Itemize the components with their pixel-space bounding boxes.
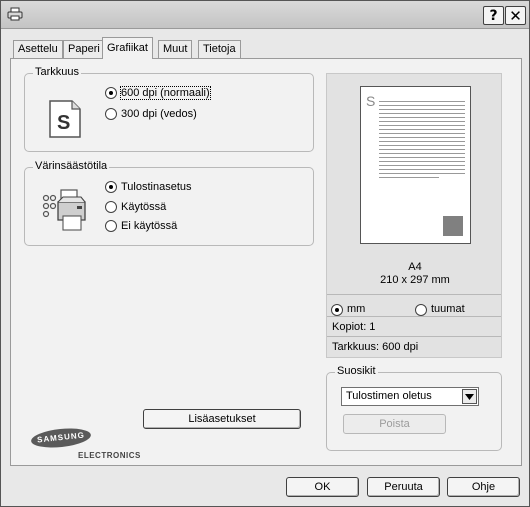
toner-off-radio[interactable]: Ei käytössä xyxy=(105,220,177,232)
preview-panel: S A4 210 x 297 mm mm tuumat Kopiot: 1 Ta xyxy=(326,73,502,358)
tab-grafiikat[interactable]: Grafiikat xyxy=(102,37,153,59)
radio-indicator xyxy=(105,87,117,99)
printer-icon xyxy=(7,7,23,21)
toner-off-label: Ei käytössä xyxy=(121,220,178,232)
tab-muut[interactable]: Muut xyxy=(158,40,193,58)
resolution-group: Tarkkuus S 600 dpi (normaali) 300 dpi (v… xyxy=(24,66,314,152)
radio-indicator xyxy=(105,220,117,232)
printer-toner-icon xyxy=(42,189,86,231)
advanced-settings-button[interactable]: Lisäasetukset xyxy=(143,409,301,429)
chevron-down-icon[interactable] xyxy=(462,389,477,404)
favorites-group: Suosikit xyxy=(326,365,502,451)
print-preferences-window: ? ✕ Asettelu Paperi Grafiikat Muut Tieto… xyxy=(0,0,530,507)
paper-preview-glyph: S xyxy=(366,93,376,109)
toner-save-group-title: Värinsäästötila xyxy=(33,160,110,172)
samsung-s-document-icon: S xyxy=(49,100,81,138)
tab-paperi[interactable]: Paperi xyxy=(63,40,105,58)
toner-printer-setting-radio[interactable]: Tulostinasetus xyxy=(105,181,192,193)
paper-image-block xyxy=(443,216,463,236)
tab-tietoja[interactable]: Tietoja xyxy=(198,40,241,58)
radio-indicator xyxy=(105,181,117,193)
resolution-600-radio[interactable]: 600 dpi (normaali) xyxy=(105,86,211,100)
resolution-300-radio[interactable]: 300 dpi (vedos) xyxy=(105,108,197,120)
close-button[interactable]: ✕ xyxy=(505,6,526,25)
paper-dimensions-label: 210 x 297 mm xyxy=(380,274,450,286)
samsung-logo: SAMSUNG ELECTRONICS xyxy=(30,425,140,460)
resolution-group-title: Tarkkuus xyxy=(33,66,82,78)
toner-on-radio[interactable]: Käytössä xyxy=(105,201,166,213)
radio-indicator xyxy=(331,303,343,316)
cancel-button[interactable]: Peruuta xyxy=(367,477,440,497)
paper-size-label: A4 xyxy=(408,261,422,273)
toner-printer-setting-label: Tulostinasetus xyxy=(121,181,192,193)
resolution-info: Tarkkuus: 600 dpi xyxy=(327,336,501,358)
samsung-logo-mark: SAMSUNG xyxy=(30,425,92,451)
ok-button[interactable]: OK xyxy=(286,477,359,497)
favorites-selected-value: Tulostimen oletus xyxy=(346,390,432,402)
svg-text:S: S xyxy=(57,112,70,134)
toner-save-group: Värinsäästötila Tulostinasetus Käytössä … xyxy=(24,160,314,246)
favorites-select[interactable]: Tulostimen oletus xyxy=(341,387,479,406)
paper-preview: S xyxy=(360,86,471,244)
help-title-button[interactable]: ? xyxy=(483,6,504,25)
paper-text-lines xyxy=(379,98,465,178)
units-row: mm tuumat xyxy=(327,294,501,316)
resolution-300-label: 300 dpi (vedos) xyxy=(121,108,197,120)
radio-indicator xyxy=(415,303,427,316)
radio-indicator xyxy=(105,201,117,213)
toner-on-label: Käytössä xyxy=(121,201,167,213)
copies-info: Kopiot: 1 xyxy=(327,316,501,338)
resolution-600-label: 600 dpi (normaali) xyxy=(120,86,211,100)
samsung-logo-sub: ELECTRONICS xyxy=(78,451,141,460)
favorites-group-title: Suosikit xyxy=(335,365,378,377)
tab-asettelu[interactable]: Asettelu xyxy=(13,40,63,58)
radio-indicator xyxy=(105,108,117,120)
delete-favorite-button[interactable]: Poista xyxy=(343,414,446,434)
help-button[interactable]: Ohje xyxy=(447,477,520,497)
title-bar: ? ✕ xyxy=(1,1,529,29)
